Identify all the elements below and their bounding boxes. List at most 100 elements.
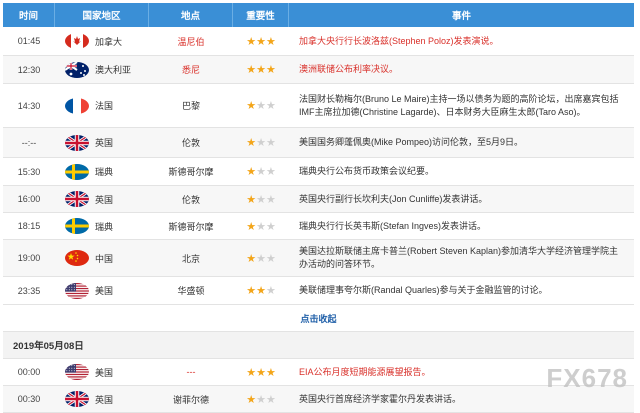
importance-stars: ★ ★ ★: [233, 213, 289, 239]
time-cell: 23:35: [17, 285, 41, 296]
star-icon: ★: [256, 252, 266, 265]
uk-flag-icon: [65, 191, 89, 207]
header-importance: 重要性: [233, 3, 289, 27]
time-cell: --:--: [21, 137, 37, 148]
star-icon: ★: [246, 137, 257, 149]
place-cell: 华盛顿: [177, 286, 205, 296]
place-cell: 伦敦: [181, 194, 200, 205]
us-flag-icon: [65, 364, 89, 380]
event-cell: 澳洲联储公布利率决议。: [299, 64, 399, 74]
star-icon: ★: [246, 166, 257, 178]
event-cell: 加拿大央行行长波洛兹(Stephen Poloz)发表演说。: [299, 35, 499, 46]
star-icon: ★: [246, 285, 257, 297]
uk-flag-icon: [65, 391, 89, 407]
uk-flag-icon: [65, 134, 89, 151]
se-flag-icon: [65, 163, 89, 180]
country-cell: 加拿大: [55, 27, 149, 55]
star-icon: ★: [246, 393, 257, 406]
star-icon: ★: [256, 100, 266, 112]
country-cell: 瑞典: [55, 213, 149, 239]
star-icon: ★: [265, 285, 276, 297]
header-country: 国家地区: [55, 3, 149, 27]
star-icon: ★: [265, 393, 276, 406]
star-icon: ★: [246, 252, 257, 265]
country-label: 中国: [95, 253, 114, 264]
importance-stars: ★ ★ ★: [233, 277, 289, 304]
star-icon: ★: [256, 137, 266, 149]
header-place: 地点: [149, 3, 233, 27]
event-cell: 瑞典央行公布货币政策会议纪要。: [299, 166, 435, 176]
time-cell: 16:00: [17, 194, 41, 204]
table-row: 19:00 中国 北京 ★ ★ ★ 美国达拉斯联储主席卡普兰(Robert Steven K…: [3, 240, 634, 277]
star-icon: ★: [265, 35, 276, 48]
place-cell: 斯德哥尔摩: [168, 167, 214, 177]
importance-stars: ★ ★ ★: [233, 158, 289, 185]
star-icon: ★: [265, 166, 276, 178]
star-icon: ★: [246, 100, 257, 112]
country-label: 瑞典: [95, 167, 114, 177]
time-cell: 01:45: [17, 36, 41, 46]
star-icon: ★: [256, 393, 266, 406]
importance-stars: ★ ★ ★: [233, 240, 289, 276]
ca-flag-icon: [65, 33, 89, 49]
time-cell: 14:30: [17, 100, 41, 111]
star-icon: ★: [246, 64, 257, 76]
event-cell: 法国财长勒梅尔(Bruno Le Maire)主持一场以债务为题的高阶论坛，出席…: [299, 93, 619, 117]
calendar-table: 时间 国家地区 地点 重要性 事件 01:45 加拿大 温尼伯 ★ ★ ★ 加拿大央行行长波…: [3, 3, 634, 413]
country-cell: 美国: [55, 359, 149, 385]
header-event: 事件: [451, 11, 471, 22]
star-icon: ★: [246, 366, 257, 379]
country-cell: 澳大利亚: [55, 56, 149, 83]
time-cell: 18:15: [17, 221, 41, 231]
place-cell: 谢菲尔德: [172, 394, 209, 405]
time-cell: 00:30: [17, 394, 41, 404]
time-cell: 15:30: [17, 166, 41, 177]
place-cell: 北京: [181, 253, 200, 264]
importance-stars: ★ ★ ★: [233, 56, 289, 83]
star-icon: ★: [256, 366, 266, 379]
au-flag-icon: [65, 61, 89, 78]
place-cell: 悉尼: [181, 65, 200, 75]
event-cell: 美国国务卿蓬佩奥(Mike Pompeo)访问伦敦，至5月9日。: [299, 137, 524, 147]
importance-stars: ★ ★ ★: [233, 186, 289, 212]
country-label: 澳大利亚: [95, 65, 132, 75]
se-flag-icon: [65, 218, 89, 234]
country-label: 美国: [95, 367, 114, 378]
country-label: 英国: [95, 394, 114, 405]
place-cell: ---: [186, 367, 196, 377]
star-icon: ★: [246, 220, 257, 233]
collapse-link[interactable]: 点击收起: [300, 312, 336, 325]
time-cell: 00:00: [17, 367, 41, 377]
country-label: 美国: [95, 286, 114, 296]
star-icon: ★: [265, 64, 276, 76]
place-cell: 伦敦: [181, 138, 200, 148]
star-icon: ★: [246, 193, 257, 206]
event-cell: 瑞典央行行长英韦斯(Stefan Ingves)发表讲话。: [299, 220, 487, 231]
place-cell: 巴黎: [181, 101, 200, 111]
country-cell: 中国: [55, 240, 149, 276]
country-label: 加拿大: [95, 36, 123, 47]
table-row: 23:35 美国 华盛顿 ★ ★ ★ 美联储理事夸尔斯(Randal Quarles)参与关…: [3, 277, 634, 305]
country-label: 瑞典: [95, 221, 114, 232]
event-rows-day2: 00:00 美国 --- ★ ★ ★ EIA公布月度短期能源展望报告。 00:30 英国 谢菲尔德…: [3, 359, 634, 413]
importance-stars: ★ ★ ★: [233, 359, 289, 385]
country-cell: 英国: [55, 386, 149, 412]
country-cell: 英国: [55, 128, 149, 157]
header-time: 时间: [3, 3, 55, 27]
importance-stars: ★ ★ ★: [233, 128, 289, 157]
table-row: 16:00 英国 伦敦 ★ ★ ★ 英国央行副行长坎利夫(Jon Cunliffe)发表讲话…: [3, 186, 634, 213]
star-icon: ★: [265, 252, 276, 265]
star-icon: ★: [256, 166, 266, 178]
event-cell: 美联储理事夸尔斯(Randal Quarles)参与关于金融监管的讨论。: [299, 285, 548, 295]
country-cell: 瑞典: [55, 158, 149, 185]
star-icon: ★: [256, 193, 266, 206]
fr-flag-icon: [65, 97, 89, 114]
star-icon: ★: [246, 35, 257, 48]
country-label: 英国: [95, 194, 114, 205]
country-label: 英国: [95, 138, 114, 148]
table-row: 15:30 瑞典 斯德哥尔摩 ★ ★ ★ 瑞典央行公布货币政策会议纪要。: [3, 158, 634, 186]
importance-stars: ★ ★ ★: [233, 84, 289, 127]
table-row: --:-- 英国 伦敦 ★ ★ ★ 美国国务卿蓬佩奥(Mike Pompeo)访问伦敦，至5…: [3, 128, 634, 158]
event-rows: 01:45 加拿大 温尼伯 ★ ★ ★ 加拿大央行行长波洛兹(Stephen Poloz)发…: [3, 27, 634, 305]
star-icon: ★: [256, 64, 266, 76]
